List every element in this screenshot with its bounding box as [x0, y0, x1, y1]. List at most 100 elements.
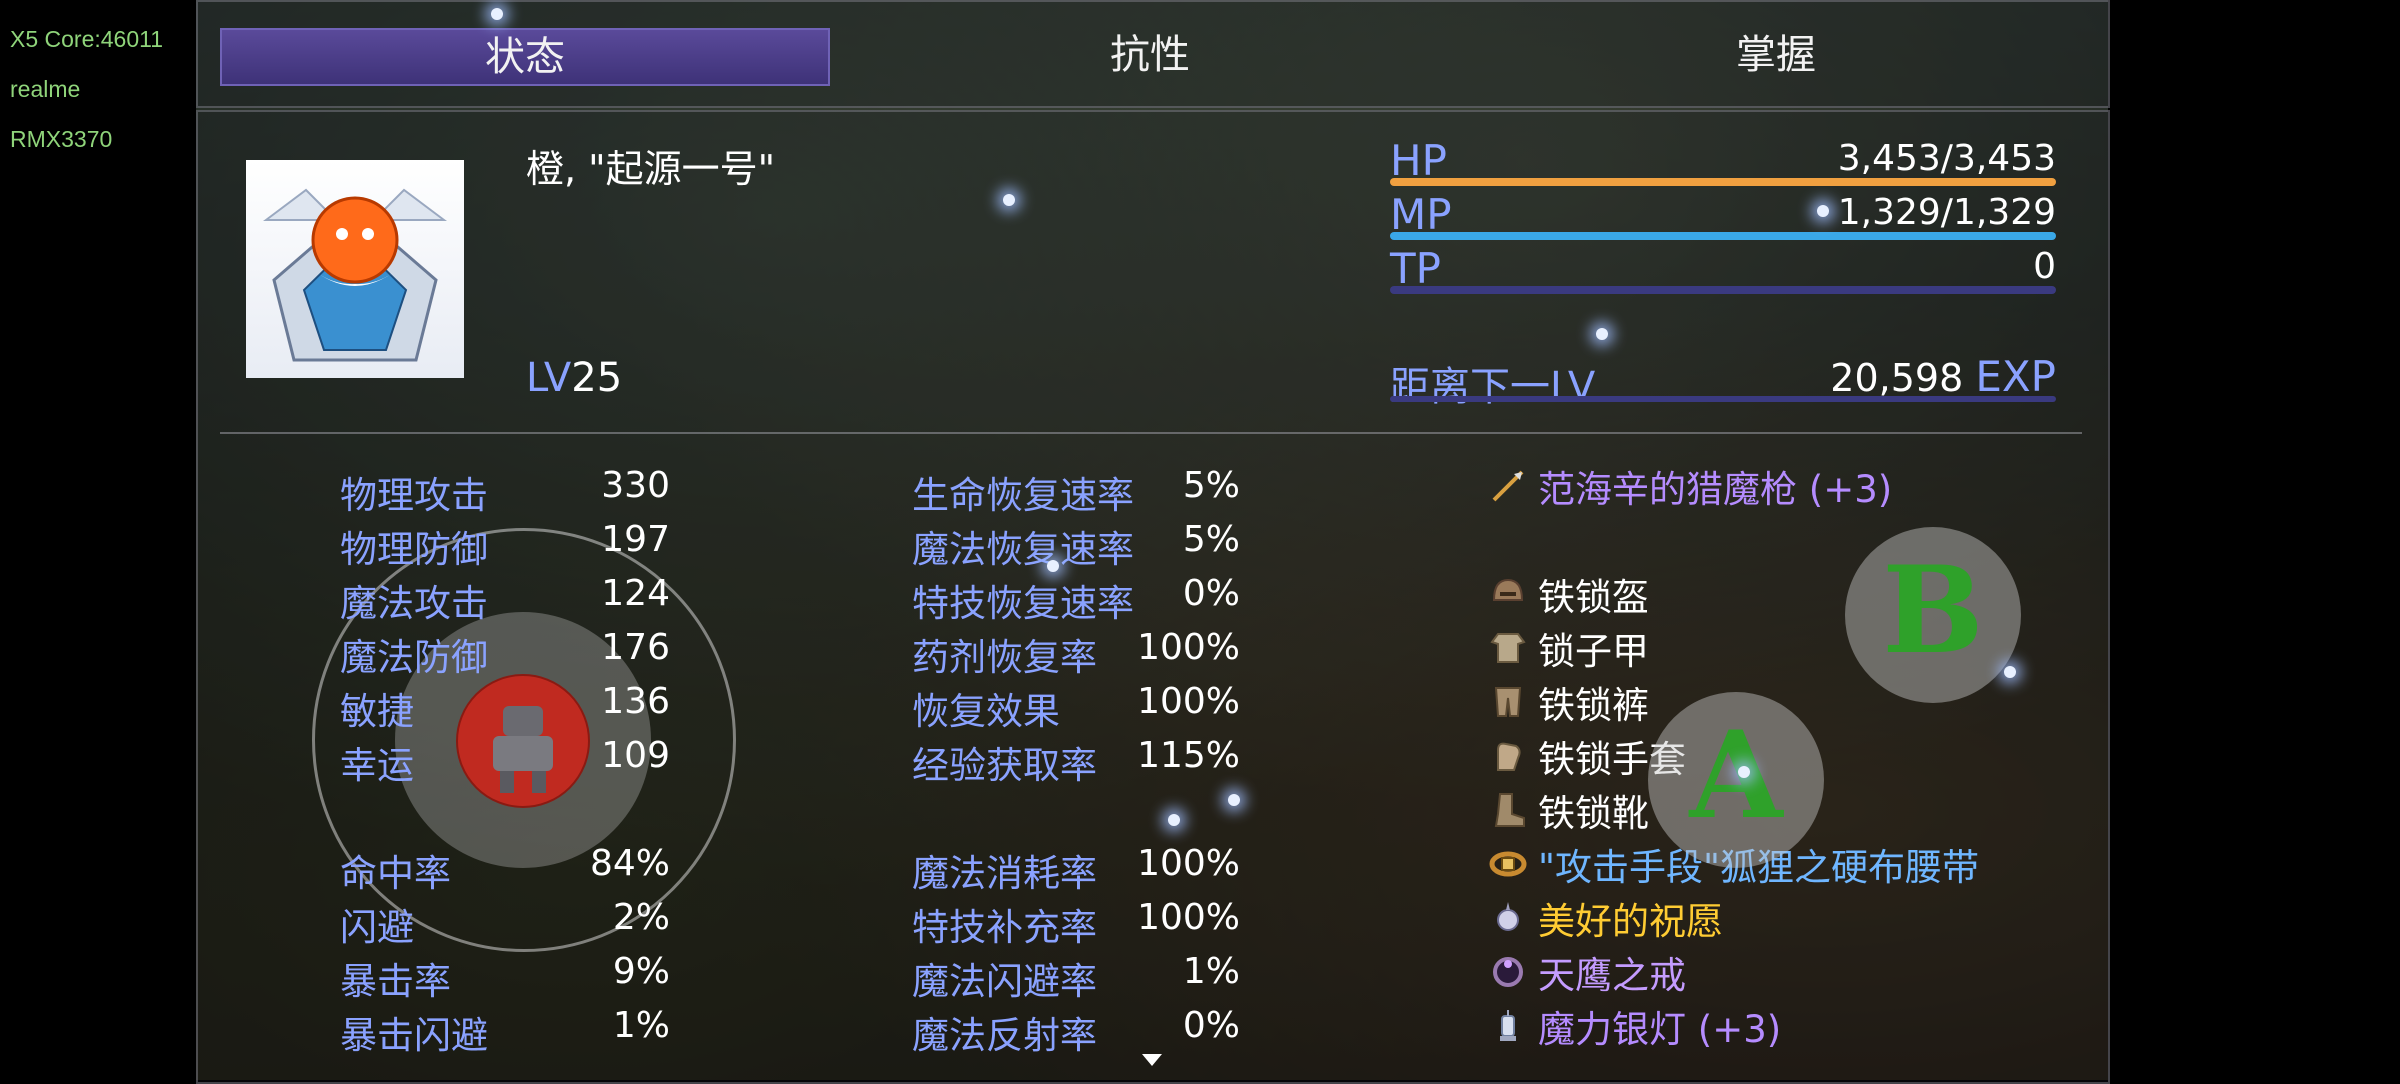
sparkle-decoration — [1168, 814, 1180, 826]
stat-label-tp-charge: 特技补充率 — [912, 906, 1097, 949]
stat-value-mp-regen: 5% — [1182, 519, 1240, 560]
stat-value-pdef: 197 — [601, 519, 670, 560]
sparkle-decoration — [491, 8, 503, 20]
stat-label-mp-cost: 魔法消耗率 — [912, 852, 1097, 895]
pants-icon — [1494, 687, 1522, 717]
stat-label-magic-reflect: 魔法反射率 — [912, 1014, 1097, 1057]
sparkle-decoration — [1596, 328, 1608, 340]
equip-armor[interactable]: 锁子甲 — [1488, 624, 1649, 673]
section-divider — [220, 432, 2082, 434]
stat-value-recovery-effect: 100% — [1137, 681, 1240, 722]
stat-label-recovery-effect: 恢复效果 — [912, 690, 1060, 733]
tp-value: 0 — [2033, 246, 2056, 287]
stat-label-matk: 魔法攻击 — [340, 582, 488, 625]
level-label: LV — [526, 355, 572, 401]
stat-value-crit: 9% — [612, 951, 670, 992]
exp-unit: EXP — [1975, 352, 2056, 401]
stat-label-hit: 命中率 — [340, 852, 451, 895]
gloves-icon — [1497, 742, 1521, 771]
stat-value-potion-rate: 100% — [1137, 627, 1240, 668]
equip-charm[interactable]: 美好的祝愿 — [1488, 894, 1723, 943]
spear-icon — [1492, 470, 1524, 502]
equip-name: 天鹰之戒 — [1538, 954, 1686, 997]
stat-label-potion-rate: 药剂恢复率 — [912, 636, 1097, 679]
stat-value-patk: 330 — [601, 465, 670, 506]
device-core-label: X5 Core:46011 — [10, 26, 164, 52]
stat-label-agi: 敏捷 — [340, 690, 414, 733]
stat-value-magic-evade: 1% — [1182, 951, 1240, 992]
stat-label-crit-evade: 暴击闪避 — [340, 1014, 488, 1057]
stat-value-tp-charge: 100% — [1137, 897, 1240, 938]
next-level-exp: 20,598 EXP — [1700, 352, 2056, 401]
character-portrait — [246, 160, 464, 378]
armor-icon — [1490, 633, 1526, 663]
sparkle-decoration — [1738, 766, 1750, 778]
device-brand-label: realme — [10, 76, 81, 102]
stat-value-mdef: 176 — [601, 627, 670, 668]
tab-resistance[interactable]: 抗性 — [850, 28, 1450, 82]
character-portrait-art — [263, 188, 447, 362]
sparkle-decoration — [2004, 666, 2016, 678]
stat-value-agi: 136 — [601, 681, 670, 722]
equip-name: 锁子甲 — [1538, 630, 1649, 673]
stat-value-hit: 84% — [589, 843, 670, 884]
hp-value: 3,453/3,453 — [1837, 138, 2056, 179]
stat-label-tp-regen: 特技恢复速率 — [912, 582, 1134, 625]
lamp-icon — [1500, 1010, 1516, 1041]
sparkle-decoration — [1228, 794, 1240, 806]
equip-name: 铁锁裤 — [1538, 684, 1649, 727]
stat-value-hp-regen: 5% — [1182, 465, 1240, 506]
stat-value-magic-reflect: 0% — [1182, 1005, 1240, 1046]
hp-bar — [1390, 178, 2056, 186]
equip-pants[interactable]: 铁锁裤 — [1488, 678, 1649, 727]
stat-value-mp-cost: 100% — [1137, 843, 1240, 884]
boots-icon — [1494, 793, 1525, 827]
equip-boots[interactable]: 铁锁靴 — [1488, 786, 1649, 835]
stat-label-hp-regen: 生命恢复速率 — [912, 474, 1134, 517]
sparkle-decoration — [1817, 205, 1829, 217]
tab-status[interactable]: 状态 — [220, 28, 830, 86]
stat-label-exp-rate: 经验获取率 — [912, 744, 1097, 787]
tp-bar — [1390, 286, 2056, 294]
belt-icon — [1489, 851, 1527, 877]
device-model-label: RMX3370 — [10, 126, 113, 152]
equip-weapon[interactable]: 范海辛的猎魔枪 (+3) — [1488, 462, 1893, 511]
mp-bar — [1390, 232, 2056, 240]
equip-name: 魔力银灯 (+3) — [1538, 1008, 1782, 1051]
charm-icon — [1497, 902, 1519, 931]
stat-label-crit: 暴击率 — [340, 960, 451, 1003]
sparkle-decoration — [1003, 194, 1015, 206]
stat-value-matk: 124 — [601, 573, 670, 614]
character-name: 橙, "起源一号" — [526, 147, 776, 191]
stat-label-evade: 闪避 — [340, 906, 414, 949]
character-level: LV25 — [526, 355, 622, 401]
level-value: 25 — [571, 355, 623, 401]
scroll-down-icon[interactable] — [1140, 1052, 1164, 1068]
sparkle-decoration — [1047, 560, 1059, 572]
equip-name: 美好的祝愿 — [1538, 900, 1723, 943]
exp-bar — [1390, 396, 2056, 402]
stat-value-exp-rate: 115% — [1137, 735, 1240, 776]
equip-name: 铁锁靴 — [1538, 792, 1649, 835]
mp-value: 1,329/1,329 — [1837, 192, 2056, 233]
equip-name: 铁锁盔 — [1538, 576, 1649, 619]
equip-name: 范海辛的猎魔枪 (+3) — [1538, 468, 1893, 511]
stat-value-crit-evade: 1% — [612, 1005, 670, 1046]
stat-label-mdef: 魔法防御 — [340, 636, 488, 679]
ring-icon — [1493, 957, 1523, 987]
stat-value-luck: 109 — [601, 735, 670, 776]
stat-label-mp-regen: 魔法恢复速率 — [912, 528, 1134, 571]
equip-ring[interactable]: 天鹰之戒 — [1488, 948, 1686, 997]
equip-helmet[interactable]: 铁锁盔 — [1488, 570, 1649, 619]
b-button-label: B — [1882, 540, 1984, 681]
stat-label-pdef: 物理防御 — [340, 528, 488, 571]
tab-mastery[interactable]: 掌握 — [1476, 28, 2076, 82]
stat-label-luck: 幸运 — [340, 744, 414, 787]
equip-lamp[interactable]: 魔力银灯 (+3) — [1488, 1002, 1782, 1051]
next-level-label: 距离下一LV — [1390, 364, 1596, 410]
stat-label-magic-evade: 魔法闪避率 — [912, 960, 1097, 1003]
stat-value-tp-regen: 0% — [1182, 573, 1240, 614]
next-level-value: 20,598 — [1830, 356, 1964, 400]
stat-label-patk: 物理攻击 — [340, 474, 488, 517]
stat-value-evade: 2% — [612, 897, 670, 938]
